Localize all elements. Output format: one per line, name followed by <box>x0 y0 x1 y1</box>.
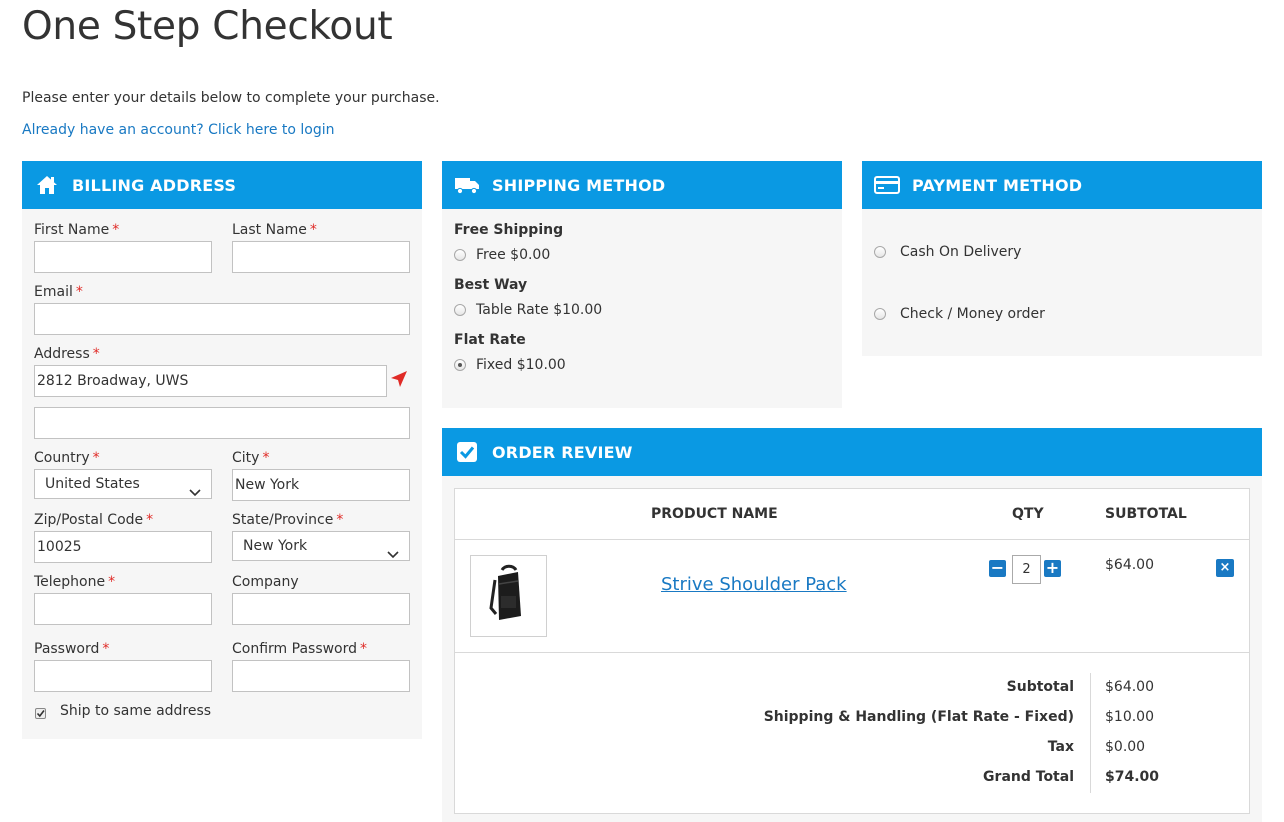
last-name-label: Last Name * <box>232 222 317 238</box>
cash-on-delivery-label[interactable]: Cash On Delivery <box>900 244 1021 260</box>
divider <box>455 539 1249 540</box>
flat-rate-radio[interactable] <box>454 359 466 371</box>
col-product-name: PRODUCT NAME <box>651 506 778 522</box>
remove-item-button[interactable]: × <box>1216 559 1234 577</box>
ship-same-label[interactable]: Ship to same address <box>60 703 211 719</box>
home-icon <box>34 172 60 198</box>
address-field[interactable]: 2812 Broadway, UWS <box>34 365 387 397</box>
city-label: City * <box>232 450 270 466</box>
review-title: ORDER REVIEW <box>492 442 633 462</box>
check-money-order-label[interactable]: Check / Money order <box>900 306 1045 322</box>
product-name-link[interactable]: Strive Shoulder Pack <box>661 574 847 595</box>
tax-label: Tax <box>1047 739 1074 755</box>
locate-arrow-icon[interactable] <box>390 370 408 392</box>
zip-field[interactable]: 10025 <box>34 531 212 563</box>
payment-header: PAYMENT METHOD <box>862 161 1262 209</box>
free-shipping-option[interactable]: Free $0.00 <box>476 247 550 263</box>
billing-title: BILLING ADDRESS <box>72 175 237 195</box>
first-name-label: First Name * <box>34 222 120 238</box>
zip-label: Zip/Postal Code * <box>34 512 154 528</box>
telephone-field[interactable] <box>34 593 212 625</box>
check-money-order-radio[interactable] <box>874 308 886 320</box>
qty-input[interactable]: 2 <box>1012 555 1041 584</box>
address-label: Address * <box>34 346 100 362</box>
state-label: State/Province * <box>232 512 344 528</box>
free-shipping-radio[interactable] <box>454 249 466 261</box>
telephone-label: Telephone * <box>34 574 116 590</box>
last-name-field[interactable] <box>232 241 410 273</box>
flat-rate-option[interactable]: Fixed $10.00 <box>476 357 566 373</box>
tax-value: $0.00 <box>1105 739 1146 755</box>
billing-header: BILLING ADDRESS <box>22 161 422 209</box>
truck-icon <box>454 172 480 198</box>
page-title: One Step Checkout <box>22 4 393 49</box>
payment-title: PAYMENT METHOD <box>912 175 1083 195</box>
table-rate-option[interactable]: Table Rate $10.00 <box>476 302 602 318</box>
best-way-title: Best Way <box>454 277 528 293</box>
intro-text: Please enter your details below to compl… <box>22 90 440 106</box>
shipping-label: Shipping & Handling (Flat Rate - Fixed) <box>763 709 1074 725</box>
qty-increase-button[interactable]: + <box>1044 560 1061 577</box>
subtotal-label: Subtotal <box>1006 679 1074 695</box>
payment-method-panel: PAYMENT METHOD Cash On Delivery Check / … <box>862 161 1262 356</box>
first-name-field[interactable] <box>34 241 212 273</box>
company-label: Company <box>232 574 299 590</box>
state-select[interactable]: New York <box>232 531 410 561</box>
divider <box>455 652 1249 653</box>
subtotal-value: $64.00 <box>1105 679 1154 695</box>
shipping-method-panel: SHIPPING METHOD Free Shipping Free $0.00… <box>442 161 842 408</box>
country-value: United States <box>45 476 140 492</box>
table-rate-radio[interactable] <box>454 304 466 316</box>
country-label: Country * <box>34 450 100 466</box>
order-review-panel: ORDER REVIEW PRODUCT NAME QTY SUBTOTAL S… <box>442 428 1262 822</box>
cash-on-delivery-radio[interactable] <box>874 246 886 258</box>
login-link[interactable]: Already have an account? Click here to l… <box>22 122 335 138</box>
credit-card-icon <box>874 172 900 198</box>
password-field[interactable] <box>34 660 212 692</box>
confirm-password-label: Confirm Password * <box>232 641 368 657</box>
confirm-password-field[interactable] <box>232 660 410 692</box>
state-value: New York <box>243 538 308 554</box>
order-table: PRODUCT NAME QTY SUBTOTAL Strive Shoulde… <box>454 488 1250 814</box>
ship-same-checkbox[interactable] <box>35 708 46 719</box>
item-subtotal: $64.00 <box>1105 557 1154 573</box>
product-thumbnail[interactable] <box>470 555 547 637</box>
shipping-header: SHIPPING METHOD <box>442 161 842 209</box>
shipping-value: $10.00 <box>1105 709 1154 725</box>
email-label: Email * <box>34 284 83 300</box>
chevron-down-icon <box>387 541 399 569</box>
grand-total-label: Grand Total <box>983 769 1074 785</box>
billing-address-panel: BILLING ADDRESS First Name * Last Name * E… <box>22 161 422 739</box>
country-select[interactable]: United States <box>34 469 212 499</box>
shipping-title: SHIPPING METHOD <box>492 175 666 195</box>
password-label: Password * <box>34 641 110 657</box>
free-shipping-title: Free Shipping <box>454 222 564 238</box>
totals-divider <box>1090 673 1091 793</box>
backpack-image <box>489 564 521 620</box>
col-subtotal: SUBTOTAL <box>1105 506 1187 522</box>
col-qty: QTY <box>1012 506 1044 522</box>
city-field[interactable]: New York <box>232 469 410 501</box>
checkbox-icon <box>454 439 480 465</box>
email-field[interactable] <box>34 303 410 335</box>
grand-total-value: $74.00 <box>1105 769 1160 785</box>
qty-decrease-button[interactable]: − <box>989 560 1006 577</box>
review-header: ORDER REVIEW <box>442 428 1262 476</box>
flat-rate-title: Flat Rate <box>454 332 526 348</box>
chevron-down-icon <box>189 479 201 507</box>
company-field[interactable] <box>232 593 410 625</box>
address-line2-field[interactable] <box>34 407 410 439</box>
